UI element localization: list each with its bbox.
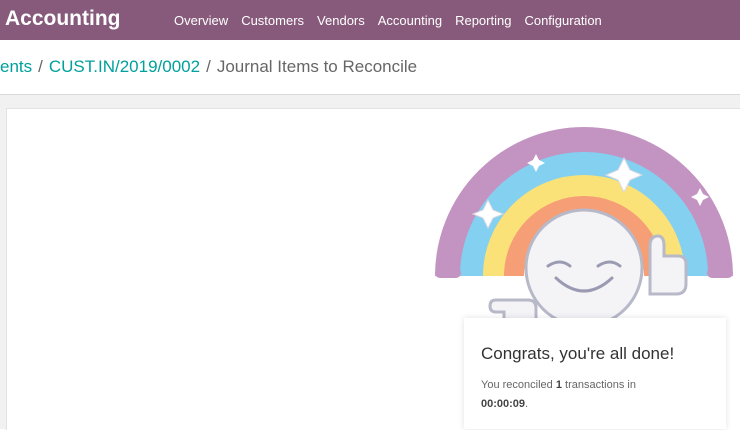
done-summary: You reconciled 1 transactions in 00:00:09… [481, 376, 716, 414]
top-navbar: Accounting Overview Customers Vendors Ac… [0, 0, 740, 40]
reconcile-done-card: Congrats, you're all done! You reconcile… [464, 318, 726, 429]
rainbow-smiley-illustration [435, 127, 733, 332]
breadcrumb-record-link[interactable]: CUST.IN/2019/0002 [49, 57, 200, 76]
menu-item-configuration[interactable]: Configuration [524, 13, 601, 28]
breadcrumb-current: Journal Items to Reconcile [216, 57, 418, 76]
done-title: Congrats, you're all done! [481, 344, 675, 363]
menu-item-accounting[interactable]: Accounting [378, 13, 442, 28]
menu-item-customers[interactable]: Customers [241, 13, 304, 28]
done-text-after: transactions in [561, 379, 636, 391]
done-text-before: You reconciled [481, 379, 556, 391]
menu-item-reporting[interactable]: Reporting [455, 13, 511, 28]
main-menu: Overview Customers Vendors Accounting Re… [174, 0, 615, 40]
breadcrumb: ents / CUST.IN/2019/0002 / Journal Items to … [0, 56, 417, 78]
app-title[interactable]: Accounting [5, 6, 121, 32]
menu-item-overview[interactable]: Overview [174, 13, 228, 28]
done-period: . [525, 398, 529, 410]
breadcrumb-parent-link[interactable]: ents [0, 57, 32, 76]
menu-item-vendors[interactable]: Vendors [317, 13, 365, 28]
control-panel: ents / CUST.IN/2019/0002 / Journal Items to … [0, 40, 740, 95]
breadcrumb-separator: / [206, 57, 211, 76]
breadcrumb-separator: / [38, 57, 43, 76]
done-time: 00:00:09 [481, 398, 526, 410]
